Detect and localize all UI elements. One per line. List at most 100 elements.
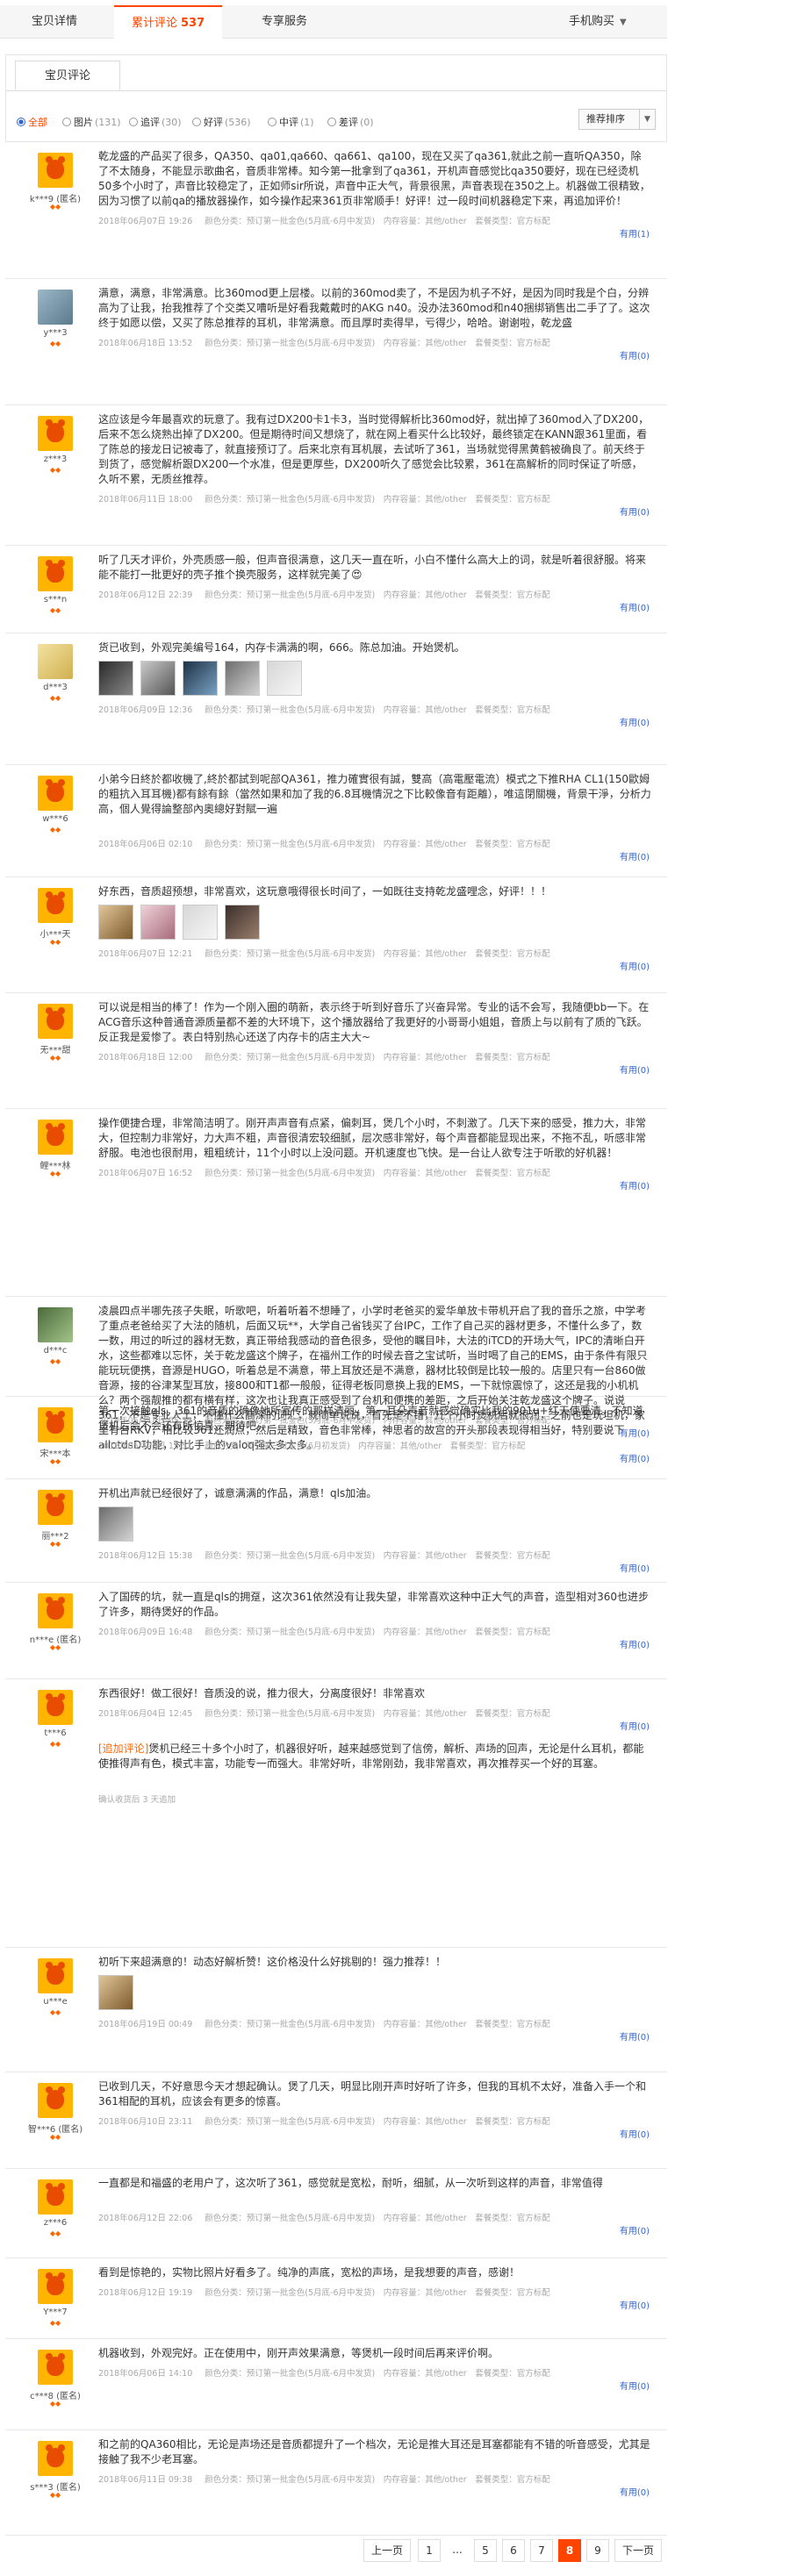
review-item: y***3 ◆◆ 满意，满意，非常满意。比360mod更上层楼。以前的360mod卖… (5, 279, 667, 405)
useful-count: (0) (636, 352, 650, 361)
useful-button[interactable]: 有用(0) (620, 348, 650, 361)
filter-label: 好评 (204, 117, 223, 128)
useful-button[interactable]: 有用(0) (620, 849, 650, 862)
useful-button[interactable]: 有用(0) (620, 504, 650, 518)
useful-button[interactable]: 有用(0) (620, 959, 650, 972)
avatar[interactable] (38, 1004, 73, 1039)
useful-count: (0) (636, 508, 650, 518)
useful-button[interactable]: 有用(0) (620, 1637, 650, 1650)
avatar[interactable] (38, 1958, 73, 1993)
review-image-thumbnail[interactable] (98, 905, 133, 940)
page-1-button[interactable]: 1 (418, 2539, 441, 2562)
next-page-button[interactable]: 下一页 (614, 2539, 662, 2562)
member-badge-icon: ◆◆ (49, 1054, 61, 1062)
useful-button[interactable]: 有用(0) (620, 600, 650, 613)
mobile-buy-button[interactable]: 手机购买 ▼ (569, 5, 627, 39)
review-item: w***6 ◆◆ 小弟今日終於都收機了,終於都試到呢部QA361，推力確實很有誠，雙… (5, 765, 667, 877)
avatar[interactable] (38, 1690, 73, 1725)
avatar[interactable] (38, 2179, 73, 2215)
useful-button[interactable]: 有用(0) (620, 715, 650, 728)
review-spec: 颜色分类：预订第一批金色(5月底-6月中发货) 内存容量：其他/other 套餐… (205, 217, 550, 226)
tab-item-details[interactable]: 宝贝详情 (14, 5, 95, 39)
review-meta: 2018年06月12日 22:39 颜色分类：预订第一批金色(5月底-6月中发货)… (98, 588, 651, 600)
useful-button[interactable]: 有用(0) (620, 1719, 650, 1732)
avatar[interactable] (38, 153, 73, 188)
useful-button[interactable]: 有用(1) (620, 226, 650, 240)
avatar[interactable] (38, 290, 73, 325)
tab-item-reviews[interactable]: 宝贝评论 (15, 61, 120, 90)
reviewer-name: u***e (43, 1997, 68, 2007)
page-6-button[interactable]: 6 (502, 2539, 525, 2562)
useful-button[interactable]: 有用(0) (620, 1561, 650, 1574)
review-item: 鲤***林 ◆◆ 操作便捷合理，非常简洁明了。刚开声声音有点紧，偏刺耳，煲几个小时，… (5, 1109, 667, 1297)
useful-count: (0) (636, 1722, 650, 1732)
sort-select[interactable]: 推荐排序 ▼ (578, 109, 656, 130)
useful-button[interactable]: 有用(0) (620, 1063, 650, 1076)
page-7-button[interactable]: 7 (530, 2539, 553, 2562)
avatar[interactable] (38, 776, 73, 811)
useful-button[interactable]: 有用(0) (620, 1178, 650, 1191)
review-image-thumbnail[interactable] (98, 1506, 133, 1542)
member-badge-icon: ◆◆ (49, 938, 61, 946)
useful-label: 有用 (619, 1066, 637, 1076)
review-date: 2018年05月25日 13:51 (98, 1442, 193, 1451)
review-date: 2018年06月10日 23:11 (98, 2117, 193, 2127)
avatar[interactable] (38, 1593, 73, 1628)
tab-services[interactable]: 专享服务 (244, 5, 325, 39)
useful-button[interactable]: 有用(0) (620, 2298, 650, 2311)
filter-all[interactable]: 全部 (17, 115, 47, 129)
avatar[interactable] (38, 1307, 73, 1342)
review-item: d***c ◆◆ 凌晨四点半哪先孩子失眠，听歌吧，听着听着不想睡了，小学时老爸买的爱… (5, 1297, 667, 1451)
review-image-thumbnail[interactable] (225, 905, 260, 940)
avatar[interactable] (38, 2083, 73, 2118)
review-image-thumbnail[interactable] (267, 661, 302, 696)
review-image-thumbnail[interactable] (140, 905, 176, 940)
useful-button[interactable]: 有用(0) (620, 2379, 650, 2392)
review-image-thumbnail[interactable] (183, 661, 218, 696)
reviewer-name: z***6 (43, 2218, 68, 2228)
avatar[interactable] (38, 556, 73, 591)
avatar[interactable] (38, 1120, 73, 1155)
review-image-thumbnail[interactable] (98, 661, 133, 696)
avatar[interactable] (38, 1490, 73, 1525)
tab-reviews[interactable]: 累计评论 537 (114, 5, 223, 39)
useful-label: 有用 (619, 2033, 637, 2043)
review-date: 2018年06月19日 00:49 (98, 2020, 193, 2029)
filter-neutral[interactable]: 中评 (1) (268, 115, 314, 129)
avatar[interactable] (38, 888, 73, 923)
filter-images[interactable]: 图片 (131) (62, 115, 121, 129)
filter-positive[interactable]: 好评 (536) (192, 115, 251, 129)
review-item: 小***天 ◆◆ 好东西，音质超预想，非常喜欢，这玩意哦得很长时间了，一如既往支持乾… (5, 877, 667, 993)
useful-button[interactable]: 有用(0) (620, 2127, 650, 2140)
review-text: 货已收到，外观完美编号164，内存卡满满的啊，666。陈总加油。开始煲机。 (98, 641, 465, 654)
filter-followup[interactable]: 追评 (30) (129, 115, 182, 129)
review-text: 第一次接触qls。361的音质的确像她所宣传的那样清丽，第一耳朵声音就感觉确实比… (98, 1405, 643, 1432)
filter-negative[interactable]: 差评 (0) (327, 115, 374, 129)
append-text: 煲机已经三十多个小时了，机器很好听，越来越感觉到了信傍，解析、声场的回声，无论是… (98, 1742, 644, 1770)
mobile-buy-label: 手机购买 (569, 15, 615, 28)
useful-button[interactable]: 有用(0) (620, 2029, 650, 2043)
review-item: t***6 ◆◆ 东西很好！做工很好！音质没的说，推力很大，分离度很好！非常喜欢 20… (5, 1679, 667, 1948)
prev-page-button[interactable]: 上一页 (363, 2539, 411, 2562)
reviewer-name: d***c (43, 1346, 68, 1356)
avatar[interactable] (38, 2350, 73, 2385)
review-item: 无***甜 ◆◆ 可以说是相当的棒了！作为一个刚入圈的萌新，表示终于听到好音乐了兴奋… (5, 993, 667, 1109)
chevron-down-icon: ▼ (639, 110, 655, 129)
useful-button[interactable]: 有用(0) (620, 1451, 650, 1464)
page-9-button[interactable]: 9 (586, 2539, 609, 2562)
avatar[interactable] (38, 1407, 73, 1442)
page-8-button-current[interactable]: 8 (558, 2539, 581, 2562)
useful-button[interactable]: 有用(0) (620, 2223, 650, 2236)
review-image-thumbnail[interactable] (225, 661, 260, 696)
avatar[interactable] (38, 416, 73, 451)
avatar[interactable] (38, 2441, 73, 2476)
avatar[interactable] (38, 2269, 73, 2304)
review-image-thumbnail[interactable] (183, 905, 218, 940)
tab-label: 专享服务 (262, 15, 308, 28)
avatar[interactable] (38, 644, 73, 679)
review-image-thumbnail[interactable] (140, 661, 176, 696)
review-image-thumbnail[interactable] (98, 1975, 133, 2010)
page-5-button[interactable]: 5 (474, 2539, 497, 2562)
useful-button[interactable]: 有用(0) (620, 2485, 650, 2498)
review-date: 2018年06月12日 22:39 (98, 590, 193, 600)
